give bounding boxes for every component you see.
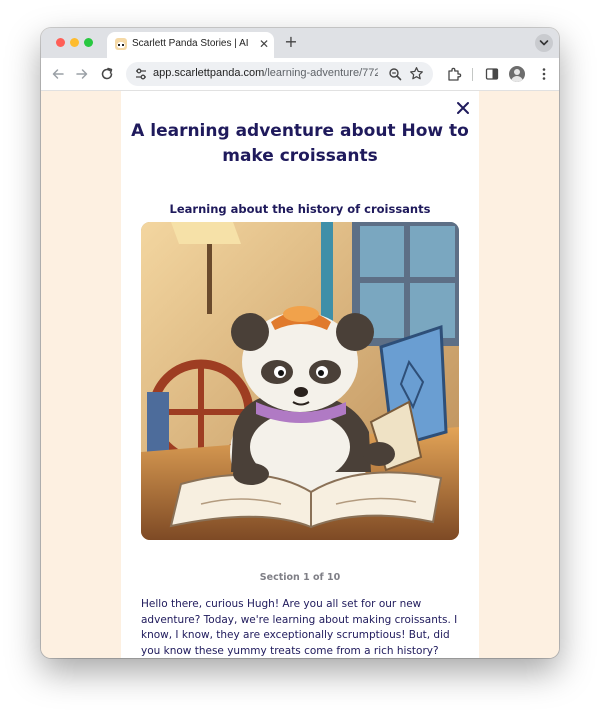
story-illustration bbox=[141, 222, 459, 540]
more-menu-icon[interactable] bbox=[536, 66, 552, 82]
active-tab[interactable]: Scarlett Panda Stories | AI Ge ✕ bbox=[107, 32, 274, 58]
close-window-button[interactable] bbox=[56, 38, 65, 47]
panda-favicon-icon bbox=[115, 38, 127, 50]
forward-arrow-icon[interactable] bbox=[74, 66, 90, 82]
tab-close-icon[interactable]: ✕ bbox=[257, 37, 271, 51]
toolbar-divider bbox=[472, 68, 473, 81]
extensions-puzzle-icon[interactable] bbox=[446, 66, 462, 82]
profile-avatar[interactable] bbox=[509, 66, 525, 82]
chevron-down-icon bbox=[539, 40, 549, 46]
url-domain: app.scarlettpanda.com bbox=[153, 67, 265, 79]
back-arrow-icon[interactable] bbox=[50, 66, 66, 82]
browser-window: Scarlett Panda Stories | AI Ge ✕ + bbox=[41, 28, 559, 658]
close-icon[interactable] bbox=[456, 101, 470, 115]
tab-strip: Scarlett Panda Stories | AI Ge ✕ + bbox=[41, 28, 559, 58]
site-settings-icon[interactable] bbox=[134, 67, 148, 81]
story-panel: A learning adventure about How to make c… bbox=[121, 91, 479, 658]
section-heading: Learning about the history of croissants bbox=[169, 202, 431, 216]
tab-title: Scarlett Panda Stories | AI Ge bbox=[132, 38, 250, 49]
side-panel-icon[interactable] bbox=[484, 66, 500, 82]
zoom-icon[interactable] bbox=[388, 67, 402, 81]
page-title: A learning adventure about How to make c… bbox=[131, 121, 469, 166]
url-text: app.scarlettpanda.com/learning-adventure… bbox=[153, 67, 378, 82]
url-path: /learning-adventure/772 bbox=[264, 67, 378, 79]
reload-icon[interactable] bbox=[99, 66, 115, 82]
browser-toolbar: app.scarlettpanda.com/learning-adventure… bbox=[41, 58, 559, 91]
bookmark-star-icon[interactable] bbox=[409, 66, 424, 81]
new-tab-button[interactable]: + bbox=[283, 34, 299, 50]
section-counter: Section 1 of 10 bbox=[259, 572, 341, 583]
story-paragraph: Hello there, curious Hugh! Are you all s… bbox=[141, 598, 458, 657]
page-viewport: A learning adventure about How to make c… bbox=[41, 91, 559, 658]
minimize-window-button[interactable] bbox=[70, 38, 79, 47]
maximize-window-button[interactable] bbox=[84, 38, 93, 47]
panda-reading-illustration bbox=[141, 222, 459, 540]
tab-search-button[interactable] bbox=[535, 34, 553, 52]
address-bar[interactable]: app.scarlettpanda.com/learning-adventure… bbox=[126, 62, 433, 86]
